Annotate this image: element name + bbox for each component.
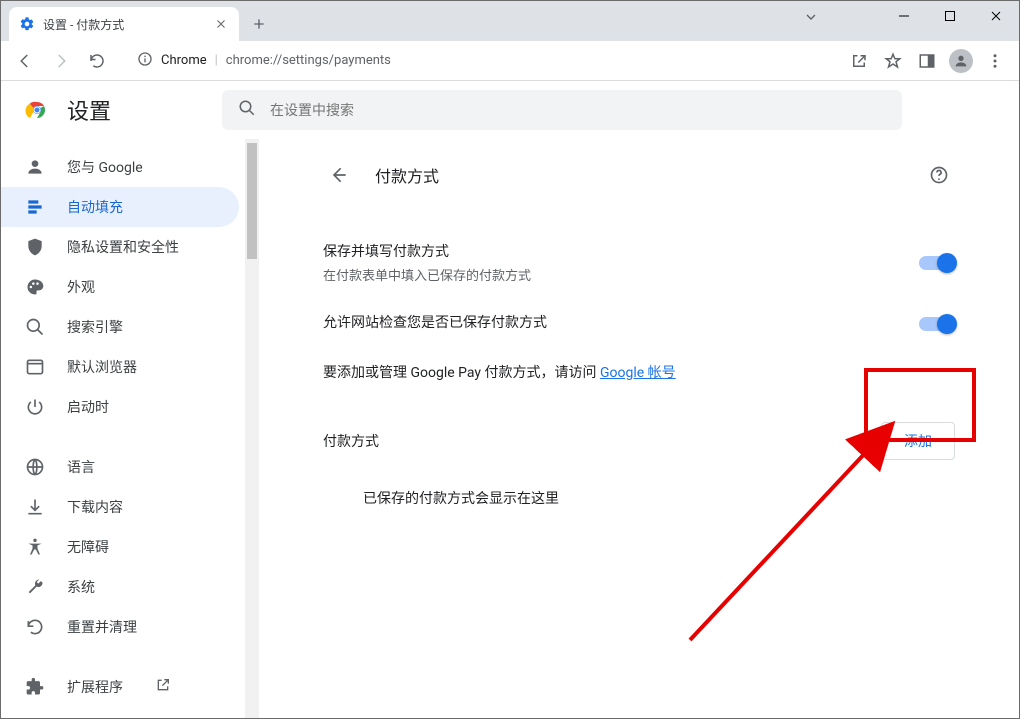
sidebar-item-privacy[interactable]: 隐私设置和安全性 — [1, 227, 239, 267]
browser-tabstrip: 设置 - 付款方式 — [1, 1, 1019, 41]
tab-title: 设置 - 付款方式 — [43, 16, 205, 33]
setting-row-0: 保存并填写付款方式在付款表单中填入已保存的付款方式 — [323, 227, 955, 298]
sidebar-item-label: 扩展程序 — [67, 677, 123, 697]
sidebar-item-label: 隐私设置和安全性 — [67, 237, 179, 257]
google-account-link[interactable]: Google 帐号 — [600, 365, 676, 381]
reload-button[interactable] — [81, 45, 113, 77]
autofill-icon — [25, 197, 45, 217]
gear-icon — [19, 16, 35, 32]
toggle-switch[interactable] — [919, 256, 955, 270]
sidebar-item-label: 外观 — [67, 277, 95, 297]
external-link-icon — [155, 677, 171, 697]
browser-icon — [25, 357, 45, 377]
sidebar-item-you[interactable]: 您与 Google — [1, 147, 239, 187]
sidebar-scrollbar[interactable] — [245, 139, 259, 718]
sidebar-item-startup[interactable]: 启动时 — [1, 387, 239, 427]
forward-button[interactable] — [45, 45, 77, 77]
share-icon[interactable] — [843, 45, 875, 77]
sidebar-item-label: 无障碍 — [67, 537, 109, 557]
setting-row-1: 允许网站检查您是否已保存付款方式 — [323, 298, 955, 350]
sidebar-item-appearance[interactable]: 外观 — [1, 267, 239, 307]
shield-icon — [25, 237, 45, 257]
back-button[interactable] — [9, 45, 41, 77]
empty-payment-message: 已保存的付款方式会显示在这里 — [323, 468, 955, 508]
sidebar-item-ext[interactable]: 扩展程序 — [1, 667, 239, 707]
browser-tab[interactable]: 设置 - 付款方式 — [9, 7, 239, 41]
palette-icon — [25, 277, 45, 297]
sidebar-item-label: 自动填充 — [67, 197, 123, 217]
payment-methods-section-title: 付款方式 — [323, 431, 379, 451]
menu-icon[interactable] — [979, 45, 1011, 77]
chrome-logo-icon — [25, 98, 49, 122]
sidebar-item-label: 搜索引擎 — [67, 317, 123, 337]
sidebar-item-label: 启动时 — [67, 397, 109, 417]
address-bar[interactable]: Chrome | chrome://settings/payments — [125, 46, 831, 76]
sidebar-item-autofill[interactable]: 自动填充 — [1, 187, 239, 227]
sidebar-item-a11y[interactable]: 无障碍 — [1, 527, 239, 567]
search-icon — [238, 99, 256, 121]
download-icon — [25, 497, 45, 517]
power-icon — [25, 397, 45, 417]
wrench-icon — [25, 577, 45, 597]
site-info-icon[interactable] — [137, 51, 153, 71]
settings-sidebar: 您与 Google 自动填充隐私设置和安全性外观搜索引擎默认浏览器启动时语言下载内… — [1, 139, 259, 718]
sidebar-item-label: 系统 — [67, 577, 95, 597]
close-window-button[interactable] — [973, 1, 1019, 31]
browser-toolbar: Chrome | chrome://settings/payments — [1, 41, 1019, 81]
url-divider: | — [215, 53, 218, 68]
sidebar-item-reset[interactable]: 重置并清理 — [1, 607, 239, 647]
gpay-note: 要添加或管理 Google Pay 付款方式，请访问 Google 帐号 — [323, 350, 955, 406]
sidebar-item-lang[interactable]: 语言 — [1, 447, 239, 487]
extension-icon — [25, 677, 45, 697]
settings-title: 设置 — [67, 94, 111, 126]
window-controls — [881, 1, 1019, 31]
close-icon[interactable] — [213, 16, 229, 32]
settings-search[interactable] — [222, 90, 902, 130]
sidebar-item-label: 默认浏览器 — [67, 357, 137, 377]
setting-primary: 保存并填写付款方式 — [323, 241, 531, 261]
side-panel-icon[interactable] — [911, 45, 943, 77]
person-icon — [25, 157, 45, 177]
new-tab-button[interactable] — [245, 10, 273, 38]
sidebar-item-label: 重置并清理 — [67, 617, 137, 637]
gpay-note-text: 要添加或管理 Google Pay 付款方式，请访问 — [323, 365, 600, 381]
sidebar-item-label: 您与 Google — [67, 157, 143, 177]
maximize-button[interactable] — [927, 1, 973, 31]
sidebar-item-system[interactable]: 系统 — [1, 567, 239, 607]
chevron-down-icon[interactable] — [803, 9, 819, 29]
sidebar-item-label: 下载内容 — [67, 497, 123, 517]
sidebar-item-default[interactable]: 默认浏览器 — [1, 347, 239, 387]
add-payment-button[interactable]: 添加 — [881, 422, 955, 460]
sidebar-item-downloads[interactable]: 下载内容 — [1, 487, 239, 527]
toggle-switch[interactable] — [919, 317, 955, 331]
url-site: Chrome — [161, 53, 207, 68]
profile-avatar[interactable] — [945, 45, 977, 77]
page-title: 付款方式 — [375, 163, 903, 187]
setting-primary: 允许网站检查您是否已保存付款方式 — [323, 312, 547, 332]
settings-header: 设置 — [1, 81, 1019, 139]
sidebar-item-search[interactable]: 搜索引擎 — [1, 307, 239, 347]
reset-icon — [25, 617, 45, 637]
minimize-button[interactable] — [881, 1, 927, 31]
search-icon — [25, 317, 45, 337]
setting-secondary: 在付款表单中填入已保存的付款方式 — [323, 265, 531, 284]
accessibility-icon — [25, 537, 45, 557]
settings-page: 设置 您与 Google 自动填充隐私设置和安全性外观搜索引擎默认浏览器启动时语言… — [1, 81, 1019, 718]
url-path: chrome://settings/payments — [226, 53, 391, 68]
settings-main: 付款方式 保存并填写付款方式在付款表单中填入已保存的付款方式允许网站检查您是否已… — [259, 139, 1019, 718]
page-back-button[interactable] — [323, 159, 355, 191]
help-icon[interactable] — [923, 159, 955, 191]
sidebar-item-label: 语言 — [67, 457, 95, 477]
bookmark-icon[interactable] — [877, 45, 909, 77]
globe-icon — [25, 457, 45, 477]
settings-search-input[interactable] — [270, 102, 886, 118]
